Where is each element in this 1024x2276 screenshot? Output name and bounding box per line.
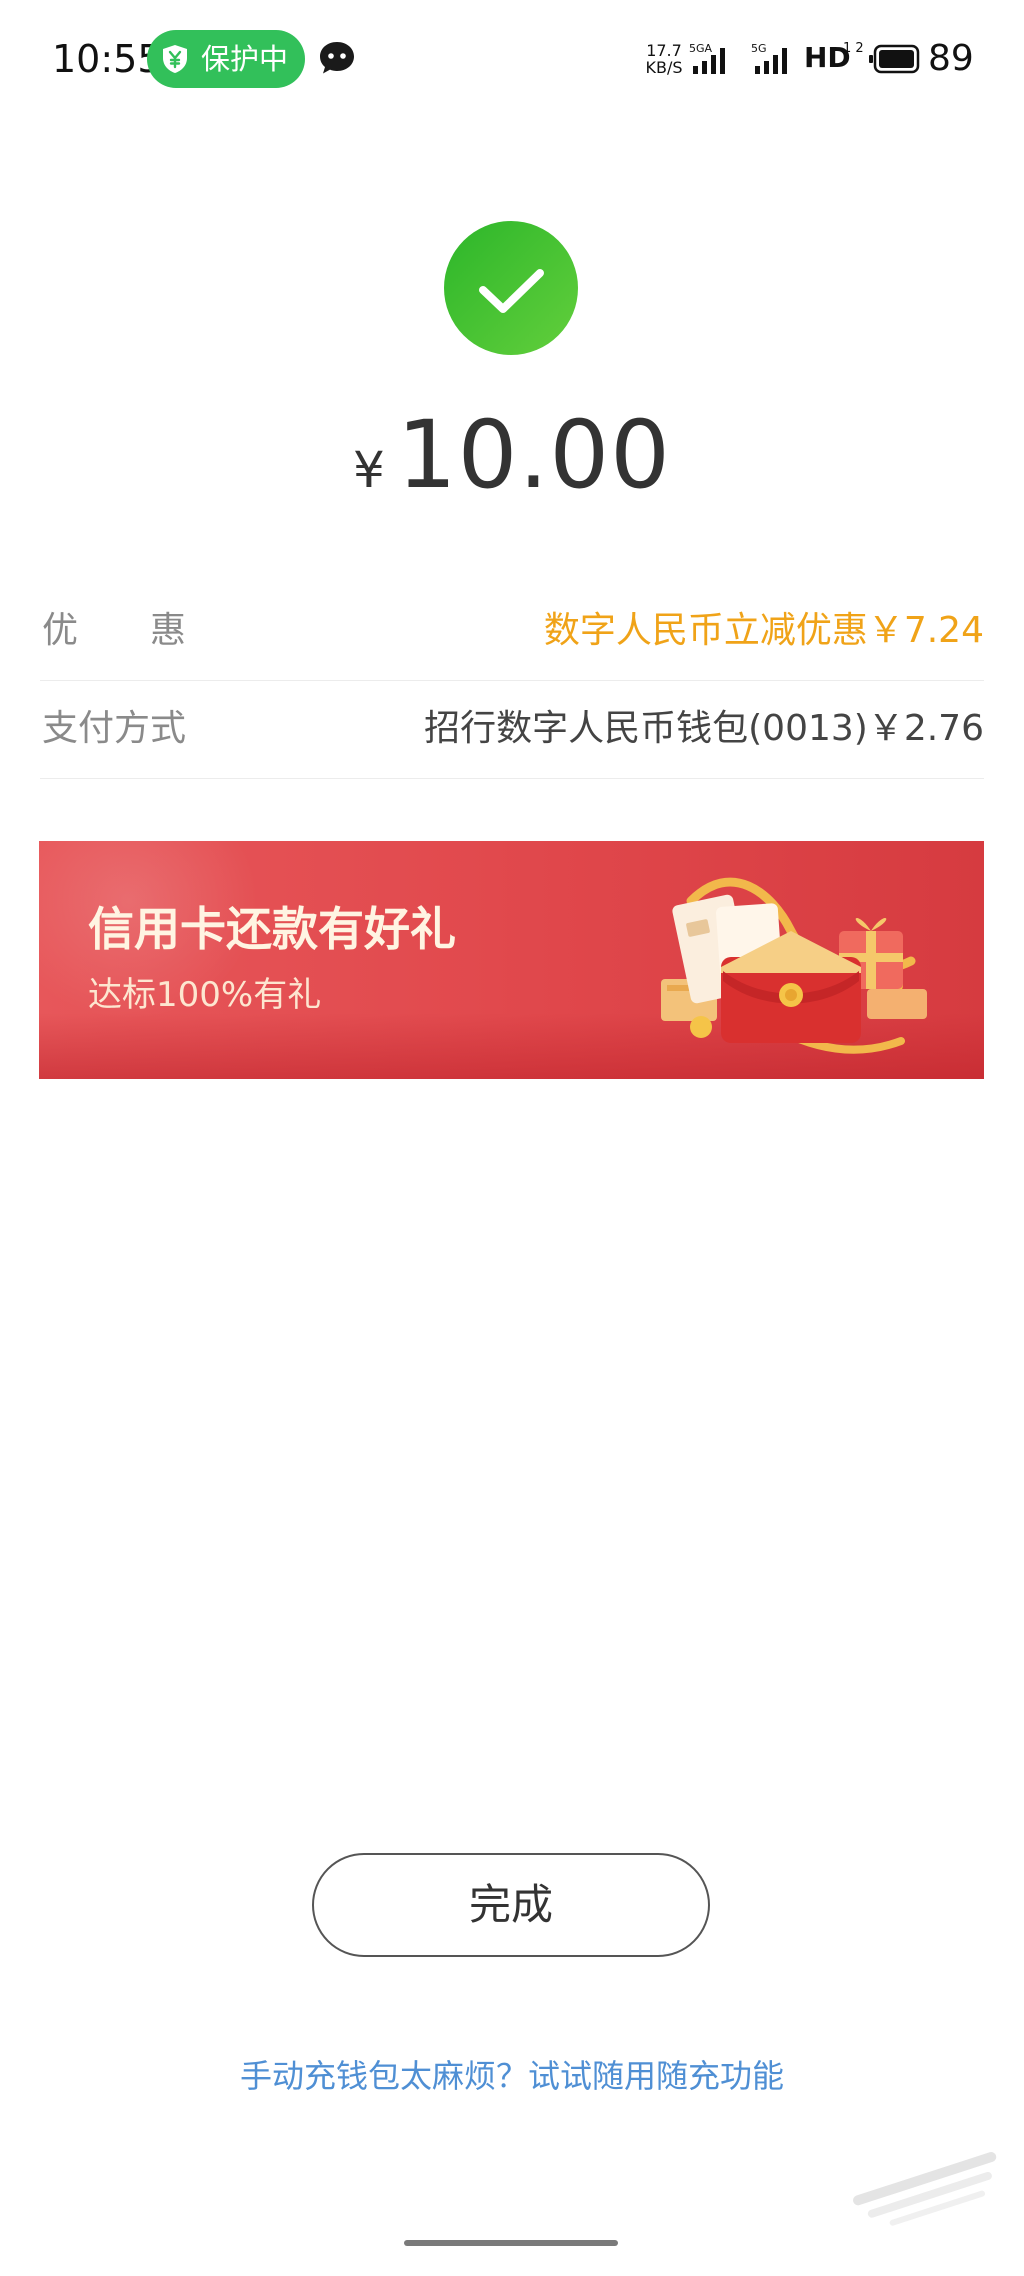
- promo-banner[interactable]: 信用卡还款有好礼 达标100%有礼: [39, 841, 984, 1079]
- network-speed-value: 17.7: [646, 41, 682, 60]
- signal-bars-icon: 5GA: [689, 42, 725, 74]
- auto-topup-link[interactable]: 手动充钱包太麻烦？试试随用随充功能: [0, 2054, 1024, 2098]
- checkmark-circle-icon: [444, 221, 578, 355]
- network-speed-unit: KB/S: [645, 58, 683, 77]
- battery-icon: [869, 44, 920, 74]
- signal-bars-icon: 5G: [751, 42, 787, 74]
- status-bar: 10:55 保护中 17.7 KB/S 5GA 5G HD 1 2 89: [0, 0, 1024, 118]
- home-indicator[interactable]: [404, 2240, 618, 2246]
- gift-envelope-illustration: [661, 877, 927, 1054]
- network-speed: 17.7 KB/S: [643, 42, 685, 76]
- done-button-label: 完成: [468, 1880, 553, 1929]
- paid-amount: ¥10.00: [0, 400, 1024, 512]
- protection-badge-label: 保护中: [201, 42, 289, 76]
- signal-1-label: 5GA: [689, 42, 713, 55]
- amount-currency-symbol: ¥: [353, 441, 385, 499]
- promo-subtitle: 达标100%有礼: [88, 975, 322, 1015]
- payment-method-row: 支付方式 招行数字人民币钱包(0013)￥2.76: [40, 680, 984, 779]
- payment-method-value: 招行数字人民币钱包(0013)￥2.76: [424, 708, 984, 749]
- shield-yuan-icon: [163, 45, 187, 73]
- discount-label: 优 惠: [42, 610, 187, 651]
- chat-bubble-icon: [320, 42, 354, 74]
- discount-value: 数字人民币立减优惠￥7.24: [543, 610, 984, 651]
- amount-value: 10.00: [396, 401, 671, 510]
- signal-2-label: 5G: [751, 42, 767, 55]
- battery-percent: 89: [928, 38, 974, 79]
- protection-badge[interactable]: 保护中: [147, 30, 305, 88]
- watermark-logo: [853, 2152, 997, 2226]
- hd-voice-sub-label: 1 2: [843, 41, 864, 56]
- done-button[interactable]: 完成: [312, 1853, 710, 1957]
- payment-method-label: 支付方式: [42, 708, 187, 749]
- status-time: 10:55: [52, 37, 162, 81]
- promo-title: 信用卡还款有好礼: [88, 902, 456, 956]
- discount-row: 优 惠 数字人民币立减优惠￥7.24: [40, 582, 984, 681]
